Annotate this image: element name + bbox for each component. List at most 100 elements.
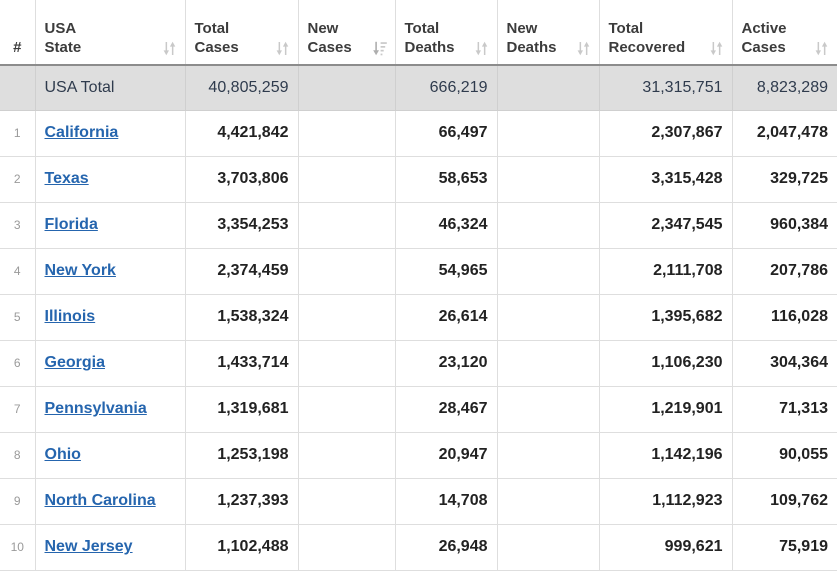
row-total-deaths-cell: 26,948 <box>395 524 497 570</box>
column-header-rank[interactable]: # <box>0 0 35 65</box>
column-header-new-deaths-label: New Deaths <box>507 19 557 57</box>
sort-both-icon[interactable] <box>577 41 590 56</box>
total-label-cell: USA Total <box>35 65 185 110</box>
row-total-deaths-cell: 23,120 <box>395 340 497 386</box>
row-active-cases-cell: 90,055 <box>732 432 837 478</box>
row-total-recovered-cell: 3,315,428 <box>599 156 732 202</box>
table-header: # USA State <box>0 0 837 65</box>
row-rank-cell: 9 <box>0 478 35 524</box>
row-new-deaths-cell <box>497 294 599 340</box>
table-header-row: # USA State <box>0 0 837 65</box>
column-header-total-cases-label: Total Cases <box>195 19 239 57</box>
column-header-total-deaths[interactable]: Total Deaths <box>395 0 497 65</box>
total-total-cases-cell: 40,805,259 <box>185 65 298 110</box>
row-total-deaths-cell: 54,965 <box>395 248 497 294</box>
row-total-cases-cell: 4,421,842 <box>185 110 298 156</box>
row-state-cell: Illinois <box>35 294 185 340</box>
row-rank-cell: 6 <box>0 340 35 386</box>
table-row: 9North Carolina1,237,39314,7081,112,9231… <box>0 478 837 524</box>
row-new-deaths-cell <box>497 524 599 570</box>
row-rank-cell: 2 <box>0 156 35 202</box>
row-state-cell: California <box>35 110 185 156</box>
row-new-cases-cell <box>298 432 395 478</box>
table-row: 1California4,421,84266,4972,307,8672,047… <box>0 110 837 156</box>
sort-both-icon[interactable] <box>276 41 289 56</box>
total-total-deaths-cell: 666,219 <box>395 65 497 110</box>
row-active-cases-cell: 304,364 <box>732 340 837 386</box>
column-header-rank-label: # <box>13 38 21 57</box>
state-link[interactable]: New York <box>45 262 116 279</box>
row-state-cell: New Jersey <box>35 524 185 570</box>
row-new-deaths-cell <box>497 340 599 386</box>
row-rank-cell: 10 <box>0 524 35 570</box>
row-state-cell: Texas <box>35 156 185 202</box>
state-link[interactable]: Pennsylvania <box>45 400 147 417</box>
row-total-deaths-cell: 26,614 <box>395 294 497 340</box>
column-header-new-deaths[interactable]: New Deaths <box>497 0 599 65</box>
row-state-cell: North Carolina <box>35 478 185 524</box>
row-new-deaths-cell <box>497 478 599 524</box>
row-total-cases-cell: 1,319,681 <box>185 386 298 432</box>
row-total-deaths-cell: 14,708 <box>395 478 497 524</box>
sort-both-icon[interactable] <box>815 41 828 56</box>
row-total-cases-cell: 1,538,324 <box>185 294 298 340</box>
state-link[interactable]: New Jersey <box>45 538 133 555</box>
row-total-recovered-cell: 2,347,545 <box>599 202 732 248</box>
row-new-cases-cell <box>298 294 395 340</box>
state-link[interactable]: California <box>45 124 119 141</box>
row-new-deaths-cell <box>497 386 599 432</box>
state-link[interactable]: Georgia <box>45 354 105 371</box>
row-active-cases-cell: 207,786 <box>732 248 837 294</box>
row-new-cases-cell <box>298 202 395 248</box>
row-active-cases-cell: 329,725 <box>732 156 837 202</box>
row-total-recovered-cell: 1,106,230 <box>599 340 732 386</box>
state-link[interactable]: Illinois <box>45 308 96 325</box>
row-state-cell: Florida <box>35 202 185 248</box>
total-active-cases-cell: 8,823,289 <box>732 65 837 110</box>
row-rank-cell: 3 <box>0 202 35 248</box>
row-state-cell: New York <box>35 248 185 294</box>
sort-both-icon[interactable] <box>475 41 488 56</box>
row-total-cases-cell: 1,102,488 <box>185 524 298 570</box>
column-header-total-cases[interactable]: Total Cases <box>185 0 298 65</box>
column-header-total-recovered[interactable]: Total Recovered <box>599 0 732 65</box>
row-rank-cell: 8 <box>0 432 35 478</box>
column-header-active-cases[interactable]: Active Cases <box>732 0 837 65</box>
table-row: 4New York2,374,45954,9652,111,708207,786 <box>0 248 837 294</box>
sort-both-icon[interactable] <box>710 41 723 56</box>
row-total-recovered-cell: 1,395,682 <box>599 294 732 340</box>
row-new-deaths-cell <box>497 202 599 248</box>
row-active-cases-cell: 116,028 <box>732 294 837 340</box>
row-total-cases-cell: 3,703,806 <box>185 156 298 202</box>
column-header-active-cases-label: Active Cases <box>742 19 787 57</box>
row-active-cases-cell: 109,762 <box>732 478 837 524</box>
row-active-cases-cell: 2,047,478 <box>732 110 837 156</box>
state-link[interactable]: Florida <box>45 216 98 233</box>
row-state-cell: Pennsylvania <box>35 386 185 432</box>
column-header-usa-state[interactable]: USA State <box>35 0 185 65</box>
table-body: USA Total 40,805,259 666,219 31,315,751 … <box>0 65 837 570</box>
row-rank-cell: 7 <box>0 386 35 432</box>
row-active-cases-cell: 71,313 <box>732 386 837 432</box>
sort-both-icon[interactable] <box>163 41 176 56</box>
state-link[interactable]: Texas <box>45 170 89 187</box>
row-total-cases-cell: 3,354,253 <box>185 202 298 248</box>
row-total-cases-cell: 1,237,393 <box>185 478 298 524</box>
sort-descending-icon[interactable] <box>373 41 386 56</box>
row-new-cases-cell <box>298 478 395 524</box>
column-header-total-recovered-label: Total Recovered <box>609 19 686 57</box>
table-row: 10New Jersey1,102,48826,948999,62175,919 <box>0 524 837 570</box>
row-new-deaths-cell <box>497 432 599 478</box>
table-row: 7 Pennsylvania 1,319,681 28,467 1,219,90171,… <box>0 386 837 432</box>
total-new-cases-cell <box>298 65 395 110</box>
state-link[interactable]: Ohio <box>45 446 81 463</box>
column-header-new-cases[interactable]: New Cases <box>298 0 395 65</box>
row-rank-cell: 5 <box>0 294 35 340</box>
usa-total-row: USA Total 40,805,259 666,219 31,315,751 … <box>0 65 837 110</box>
row-state-cell: Georgia <box>35 340 185 386</box>
row-total-recovered-cell: 1,219,901 <box>599 386 732 432</box>
row-total-recovered-cell: 1,142,196 <box>599 432 732 478</box>
total-rank-cell <box>0 65 35 110</box>
row-total-deaths-cell: 28,467 <box>395 386 497 432</box>
state-link[interactable]: North Carolina <box>45 492 156 509</box>
